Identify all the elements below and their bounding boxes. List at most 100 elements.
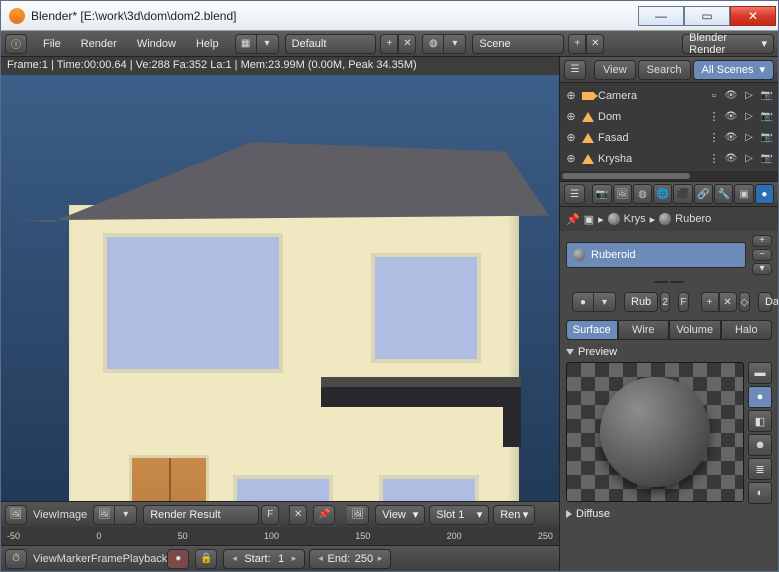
selectable-icon[interactable]: ▷ [742, 132, 756, 143]
visibility-icon[interactable]: 👁 [724, 132, 738, 143]
material-fakeuser-button[interactable]: F [678, 292, 688, 312]
outliner-row-camera[interactable]: ⊕ Camera ▫ 👁▷📷 [564, 85, 778, 106]
renderable-icon[interactable]: 📷 [760, 153, 774, 164]
decrement-icon[interactable]: ◂ [318, 553, 323, 564]
timeline-ruler[interactable]: -50 0 50 100 150 200 250 [1, 527, 559, 545]
layout-remove-button[interactable]: ✕ [398, 34, 416, 54]
context-modifiers-icon[interactable]: 🔧 [714, 184, 733, 204]
scene-remove-button[interactable]: ✕ [586, 34, 604, 54]
scene-browse[interactable]: ◍▾ [422, 34, 466, 54]
scene-add-button[interactable]: + [568, 34, 586, 54]
context-layers-icon[interactable]: 🖼 [613, 184, 632, 204]
context-constraints-icon[interactable]: 🔗 [694, 184, 713, 204]
editor-type-properties-icon[interactable]: ☰ [564, 184, 585, 204]
material-add-button[interactable]: + [701, 292, 719, 312]
render-result-viewport[interactable] [1, 75, 559, 501]
layout-grid-icon[interactable]: ▦ [235, 34, 257, 54]
breadcrumb-material[interactable]: Rubero [675, 213, 711, 225]
timeline-playback[interactable]: Playback [123, 553, 168, 565]
material-users-button[interactable]: 2 [660, 292, 670, 312]
slot-remove-button[interactable]: − [752, 249, 772, 261]
renderable-icon[interactable]: 📷 [760, 132, 774, 143]
selectable-icon[interactable]: ▷ [742, 153, 756, 164]
image-browse[interactable]: 🖼▾ [93, 505, 137, 525]
menu-window[interactable]: Window [127, 38, 186, 50]
imgbar-view[interactable]: View [33, 509, 57, 521]
image-browse-icon[interactable]: 🖼 [93, 505, 115, 525]
image-dropdown-icon[interactable]: ▾ [115, 505, 137, 525]
scene-icon[interactable]: ◍ [422, 34, 444, 54]
preview-cube-button[interactable]: ◧ [748, 410, 772, 432]
tab-surface[interactable]: Surface [566, 320, 618, 340]
frame-start-field[interactable]: ◂ Start: 1 ▸ [223, 549, 305, 569]
expand-icon[interactable]: ⊕ [564, 89, 578, 102]
uv-pin-icon[interactable]: 📌 [313, 505, 335, 525]
auto-keyframe-lock-icon[interactable]: 🔒 [195, 549, 217, 569]
pin-icon[interactable]: 📌 [566, 213, 580, 226]
list-resize-grip[interactable] [649, 281, 689, 286]
selectable-icon[interactable]: ▷ [742, 111, 756, 122]
image-fake-user-button[interactable]: F [261, 505, 279, 525]
editor-type-image-icon[interactable]: 🖼 [5, 505, 27, 525]
outliner-row-dom[interactable]: ⊕ Dom ⋮ 👁▷📷 [564, 106, 778, 127]
increment-icon[interactable]: ▸ [378, 553, 383, 564]
preview-sky-button[interactable]: ◐ [748, 482, 772, 504]
editor-type-timeline-icon[interactable]: ⏱ [5, 549, 27, 569]
imgbar-image[interactable]: Image [57, 509, 88, 521]
maximize-button[interactable]: ▭ [684, 6, 730, 26]
minimize-button[interactable]: — [638, 6, 684, 26]
scrollbar-thumb[interactable] [562, 173, 690, 179]
visibility-icon[interactable]: 👁 [724, 153, 738, 164]
material-slot-active[interactable]: Ruberoid [566, 242, 746, 268]
layout-name-field[interactable]: Default [285, 34, 377, 54]
outliner-row-fasad[interactable]: ⊕ Fasad ⋮ 👁▷📷 [564, 127, 778, 148]
preview-sphere-button[interactable]: ● [748, 386, 772, 408]
preview-hair-button[interactable]: ≣ [748, 458, 772, 480]
editor-type-icon[interactable]: ⓘ [5, 34, 27, 54]
breadcrumb-object[interactable]: Krys [624, 213, 646, 225]
panel-preview-header[interactable]: Preview [566, 346, 772, 358]
menu-help[interactable]: Help [186, 38, 229, 50]
tab-halo[interactable]: Halo [721, 320, 773, 340]
editor-type-outliner-icon[interactable]: ☰ [564, 60, 586, 80]
timeline-marker[interactable]: Marker [57, 553, 91, 565]
context-world-icon[interactable]: 🌐 [653, 184, 672, 204]
image-unlink-button[interactable]: ✕ [289, 505, 307, 525]
image-viewmode-icon[interactable]: 🖼 [347, 505, 369, 525]
render-layer-dropdown[interactable]: Ren▾ [493, 505, 535, 525]
material-name-field[interactable]: Rub [624, 292, 658, 312]
image-view-menu[interactable]: View▾ [375, 505, 425, 525]
outliner-display-mode[interactable]: All Scenes▾ [693, 60, 774, 80]
visibility-icon[interactable]: 👁 [724, 111, 738, 122]
image-viewmode[interactable]: 🖼 [347, 505, 369, 525]
scene-dropdown-icon[interactable]: ▾ [444, 34, 466, 54]
renderable-icon[interactable]: 📷 [760, 90, 774, 101]
layout-browse[interactable]: ▦▾ [235, 34, 279, 54]
frame-end-field[interactable]: ◂ End: 250 ▸ [309, 549, 391, 569]
material-dropdown-icon[interactable]: ▾ [594, 292, 616, 312]
preview-monkey-button[interactable]: ☻ [748, 434, 772, 456]
render-engine-dropdown[interactable]: Blender Render▾ [682, 34, 774, 54]
selectable-icon[interactable]: ▷ [742, 90, 756, 101]
context-data-icon[interactable]: ▣ [734, 184, 753, 204]
expand-icon[interactable]: ⊕ [564, 110, 578, 123]
image-name-field[interactable]: Render Result [143, 505, 259, 525]
layout-add-button[interactable]: + [380, 34, 398, 54]
material-browse-icon[interactable]: ● [572, 292, 594, 312]
layout-dropdown-icon[interactable]: ▾ [257, 34, 279, 54]
panel-diffuse-header[interactable]: Diffuse [566, 508, 772, 520]
outliner-tree[interactable]: ⊕ Camera ▫ 👁▷📷 ⊕ Dom ⋮ 👁▷📷 ⊕ Fasad [560, 83, 778, 171]
visibility-icon[interactable]: 👁 [724, 90, 738, 101]
expand-icon[interactable]: ⊕ [564, 152, 578, 165]
context-object-icon[interactable]: ⬛ [673, 184, 692, 204]
increment-icon[interactable]: ▸ [292, 553, 297, 564]
context-material-icon[interactable]: ● [755, 184, 774, 204]
slot-menu-button[interactable]: ▾ [752, 263, 772, 275]
timeline-frame[interactable]: Frame [91, 553, 123, 565]
outliner-view-menu[interactable]: View [594, 60, 636, 80]
outliner-search-menu[interactable]: Search [638, 60, 691, 80]
renderable-icon[interactable]: 📷 [760, 111, 774, 122]
outliner-row-krysha[interactable]: ⊕ Krysha ⋮ 👁▷📷 [564, 148, 778, 169]
outliner-scrollbar[interactable] [560, 171, 778, 181]
decrement-icon[interactable]: ◂ [232, 553, 237, 564]
